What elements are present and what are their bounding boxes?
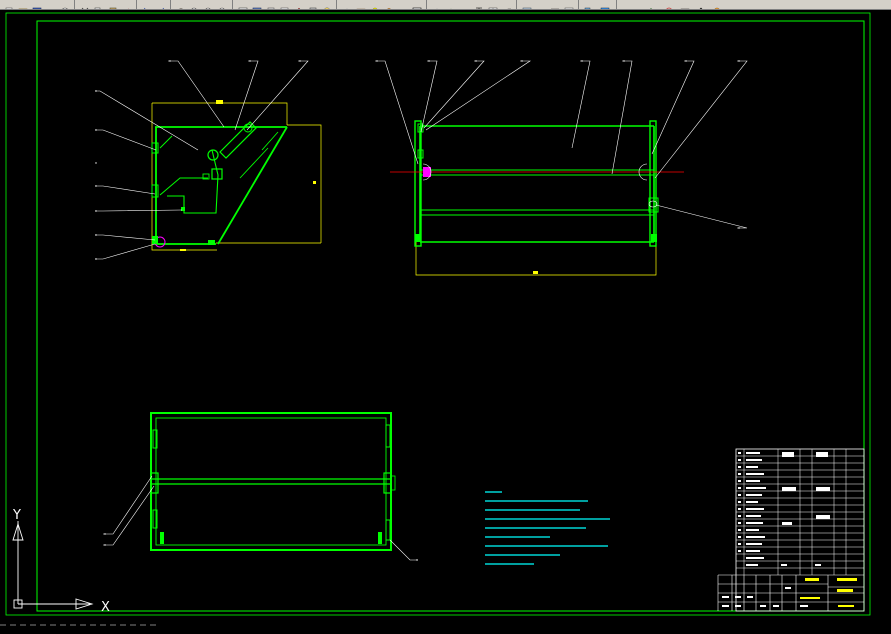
walk-icon[interactable] — [696, 0, 706, 9]
workspace-icon[interactable] — [522, 0, 532, 9]
print-icon[interactable] — [46, 0, 56, 8]
preview-icon[interactable] — [60, 0, 70, 9]
make-current-icon[interactable] — [446, 0, 456, 9]
lineweight-icon[interactable] — [550, 0, 560, 9]
design-center-icon[interactable] — [252, 0, 262, 9]
side-view — [95, 60, 322, 260]
properties-icon[interactable] — [238, 0, 248, 9]
open-icon[interactable] — [18, 0, 28, 9]
color-swatch-icon[interactable] — [412, 0, 422, 9]
technical-notes — [485, 491, 610, 565]
layer-state-icon[interactable] — [356, 0, 366, 9]
draw-order-icon[interactable] — [584, 0, 594, 9]
paste-icon[interactable] — [108, 0, 118, 9]
cut-icon[interactable] — [80, 0, 90, 9]
dim-style-icon[interactable] — [460, 0, 470, 8]
lightbulb-icon[interactable] — [370, 0, 380, 9]
sheet-set-icon[interactable] — [280, 0, 290, 9]
view-icon[interactable] — [646, 0, 656, 9]
multileader-icon[interactable] — [502, 0, 512, 9]
ucs-y-label: Y — [12, 508, 21, 523]
copy-icon[interactable] — [94, 0, 104, 9]
calc-icon[interactable] — [308, 0, 318, 9]
redo-icon[interactable] — [156, 0, 166, 9]
undo-icon[interactable] — [142, 0, 152, 9]
pan-icon[interactable] — [176, 0, 186, 9]
camera-icon[interactable] — [680, 0, 690, 9]
match-icon[interactable] — [122, 0, 132, 9]
save-icon[interactable] — [32, 0, 42, 9]
linetype-icon[interactable] — [536, 0, 546, 8]
new-icon[interactable] — [4, 0, 14, 9]
table-style-icon[interactable] — [488, 0, 498, 9]
zoom-previous-icon[interactable] — [218, 0, 228, 9]
zoom-realtime-icon[interactable] — [190, 0, 200, 9]
front-view — [375, 60, 748, 276]
help-icon[interactable] — [322, 0, 332, 9]
text-style-icon[interactable] — [474, 0, 484, 9]
render-icon[interactable] — [712, 0, 722, 9]
standard-toolbar — [0, 0, 891, 10]
ucs-icon — [12, 521, 94, 610]
layer-previous-icon[interactable] — [432, 0, 442, 9]
outer-sheet-border — [5, 12, 871, 616]
tool-palettes-icon[interactable] — [266, 0, 276, 9]
orbit-icon[interactable] — [664, 0, 674, 9]
top-view — [103, 412, 418, 561]
layer-icon[interactable] — [342, 0, 352, 9]
drawing-canvas[interactable]: Y X — [0, 10, 891, 630]
ucs-x-label: X — [101, 600, 110, 615]
lock-icon[interactable] — [398, 0, 408, 8]
cad-drawing: Y X — [0, 12, 871, 626]
markup-icon[interactable] — [294, 0, 304, 9]
zoom-window-icon[interactable] — [204, 0, 214, 9]
title-block — [717, 448, 865, 612]
monitor-icon[interactable] — [600, 0, 610, 9]
sun-icon[interactable] — [384, 0, 394, 9]
plot-style-icon[interactable] — [564, 0, 574, 9]
